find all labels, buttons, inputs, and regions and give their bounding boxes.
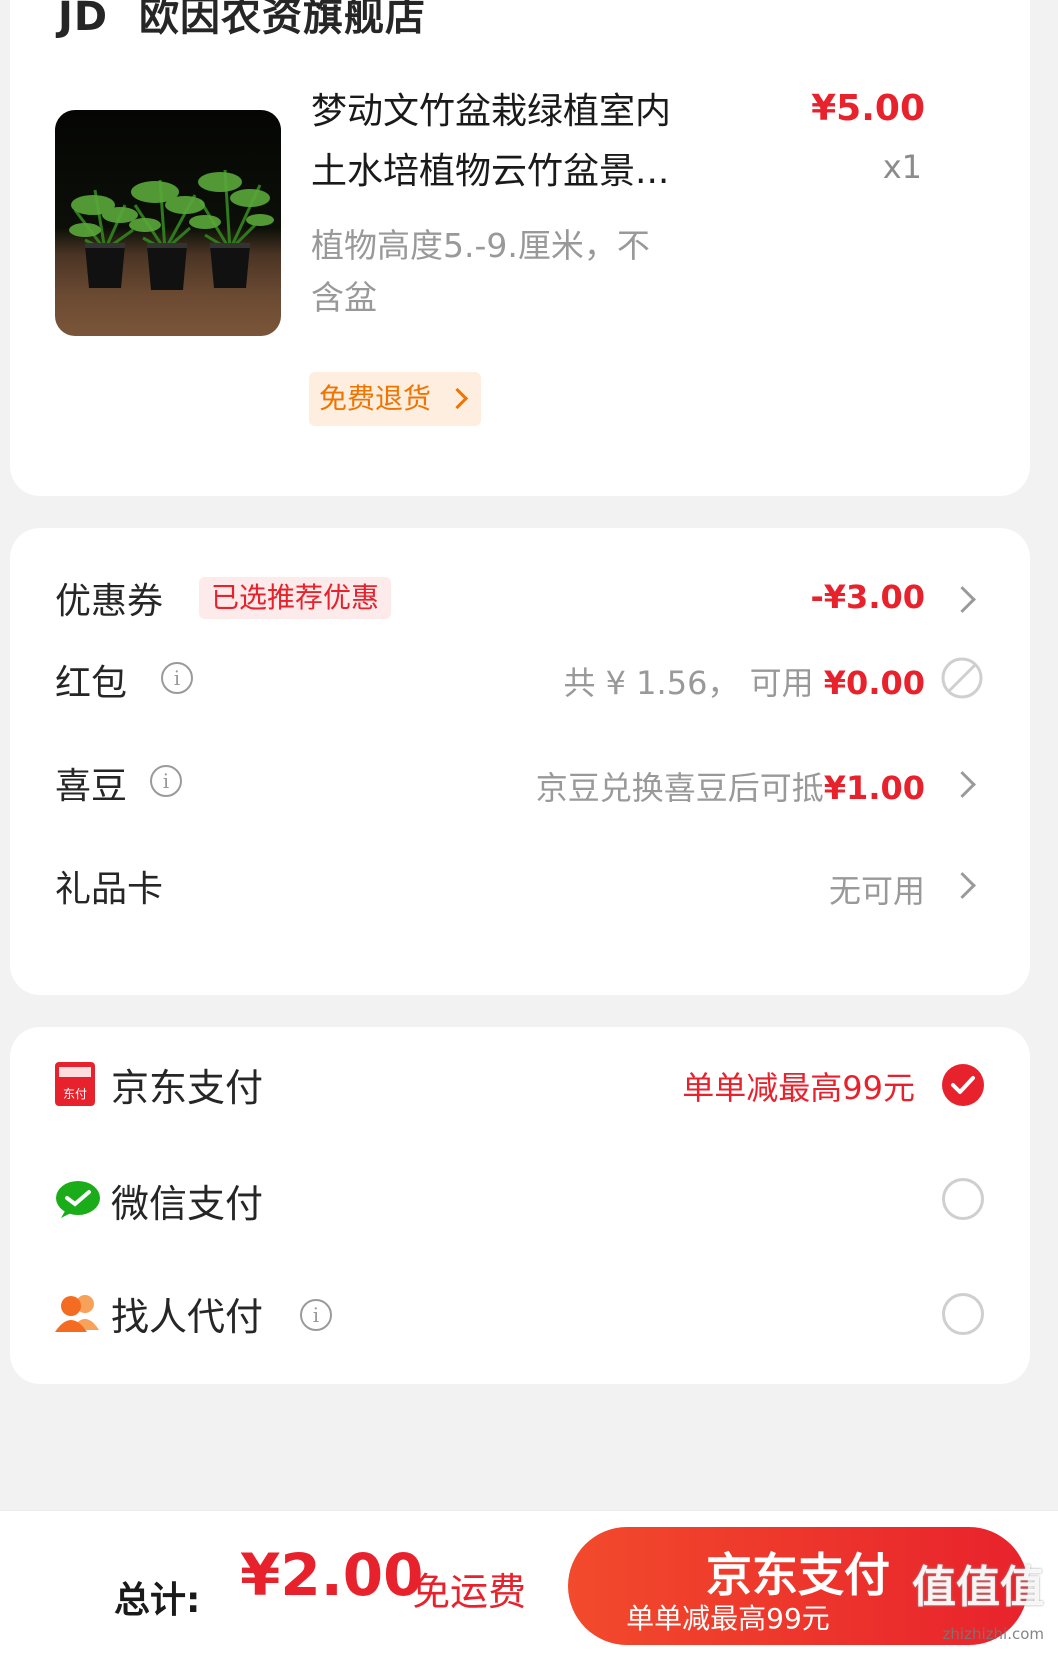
product-price: ¥5.00 [811,88,925,129]
disabled-icon [940,656,984,700]
wechat-pay-label: 微信支付 [111,1182,264,1226]
xidou-label: 喜豆 [55,766,128,807]
product-spec: 植物高度5.-9.厘米，不 含盆 [311,226,650,317]
product-card: JD 欧因农资旗舰店 梦动文竹盆栽绿植室内 土水培植物云竹盆景... ¥5.00… [10,0,1030,496]
chevron-right-icon [949,771,976,798]
product-quantity: x1 [882,148,922,186]
gift-card-row[interactable]: 礼品卡 无可用 [10,838,1030,943]
coupon-row[interactable]: 优惠券 已选推荐优惠 -¥3.00 [10,528,1030,628]
watermark-url: zhizhizhi.com [942,1625,1044,1643]
friend-pay-icon [55,1292,101,1332]
radio-unchecked-icon[interactable] [942,1293,984,1335]
shipping-free: 免运费 [412,1570,527,1614]
coupon-value: -¥3.00 [810,578,926,616]
payment-option-jd-pay[interactable]: 东付 京东支付 单单减最高99元 [10,1027,1030,1147]
total-amount: ¥2.00 [240,1541,424,1609]
discounts-card: 优惠券 已选推荐优惠 -¥3.00 红包 i 共 ¥ 1.56， 可用 ¥0.0… [10,528,1030,995]
gift-card-value: 无可用 [828,872,925,910]
chevron-right-icon [949,586,976,613]
checkout-bar: 总计: ¥2.00 免运费 京东支付 单单减最高99元 值值值 zhizhizh… [0,1510,1058,1653]
info-icon[interactable]: i [300,1299,332,1331]
red-packet-row[interactable]: 红包 i 共 ¥ 1.56， 可用 ¥0.00 [10,628,1030,733]
friend-pay-label: 找人代付 [111,1295,264,1339]
info-icon[interactable]: i [150,765,182,797]
radio-unchecked-icon[interactable] [942,1178,984,1220]
info-icon[interactable]: i [161,662,193,694]
jd-pay-icon: 东付 [55,1062,95,1106]
payment-option-friend-pay[interactable]: 找人代付 i [10,1262,1030,1377]
jd-logo: JD [58,0,109,40]
red-packet-label: 红包 [55,663,128,704]
chevron-right-icon [446,387,469,410]
coupon-label: 优惠券 [55,581,164,622]
xidou-value: 京豆兑换喜豆后可抵¥1.00 [535,769,925,807]
free-return-tag[interactable]: 免费退货 [309,372,481,426]
plant-pots-image [69,169,274,290]
payment-option-wechat-pay[interactable]: 微信支付 [10,1147,1030,1262]
xidou-row[interactable]: 喜豆 i 京豆兑换喜豆后可抵¥1.00 [10,733,1030,838]
red-packet-value: 共 ¥ 1.56， 可用 ¥0.00 [563,664,925,702]
total-label: 总计: [114,1580,201,1621]
jd-pay-promo: 单单减最高99元 [682,1069,915,1107]
payment-methods-card: 东付 京东支付 单单减最高99元 微信支付 找人代付 i [10,1027,1030,1384]
product-image[interactable] [55,110,281,336]
product-title[interactable]: 梦动文竹盆栽绿植室内 土水培植物云竹盆景... [311,82,721,202]
store-name: 欧因农资旗舰店 [139,0,427,40]
gift-card-label: 礼品卡 [55,869,164,910]
chevron-right-icon [949,872,976,899]
watermark-logo: 值值值 [912,1562,1044,1613]
jd-pay-label: 京东支付 [111,1066,264,1110]
coupon-recommended-tag: 已选推荐优惠 [199,577,392,619]
check-circle-icon[interactable] [942,1064,984,1106]
wechat-pay-icon [55,1179,101,1219]
store-header[interactable]: JD 欧因农资旗舰店 [58,0,426,42]
